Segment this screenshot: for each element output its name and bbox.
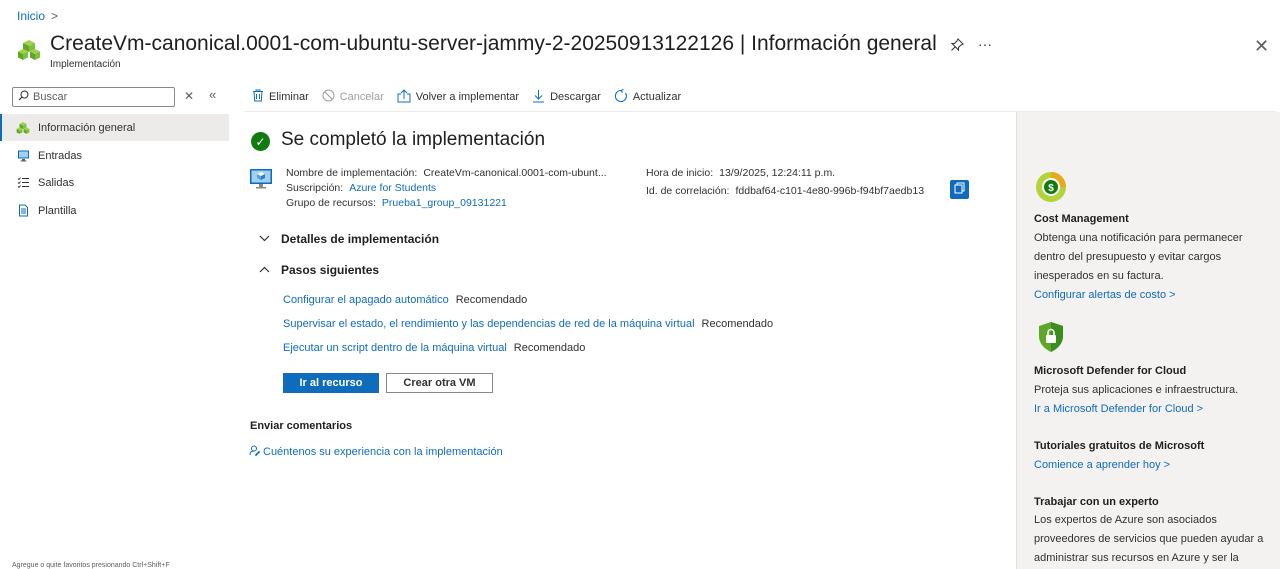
status-title: Se completó la implementación [281, 129, 546, 150]
correlation-id-value: fddbaf64-c101-4e80-996b-f94bf7aedb13 [735, 185, 925, 197]
feedback-link-label: Cuéntenos su experiencia con la implemen… [263, 446, 503, 458]
pin-icon[interactable] [950, 38, 964, 55]
breadcrumb: Inicio > [17, 9, 58, 23]
cost-management-title: Cost Management [1034, 213, 1129, 225]
close-icon[interactable]: ✕ [1254, 36, 1269, 57]
tutorials-link[interactable]: Comience a aprender hoy > [1034, 459, 1170, 471]
deployment-name-row: Nombre de implementación: CreateVm-canoni… [286, 167, 607, 179]
search-box [12, 87, 175, 107]
cancel-icon [322, 89, 335, 105]
collapse-sidebar-icon[interactable]: « [209, 87, 216, 102]
resource-group-row: Grupo de recursos: Prueba1_group_09131221 [286, 197, 507, 209]
deployment-icon [17, 38, 41, 62]
subscription-label: Suscripción: [286, 182, 344, 194]
sidebar-item-template[interactable]: Plantilla [0, 197, 229, 224]
download-button-label: Descargar [550, 91, 601, 103]
auto-shutdown-link[interactable]: Configurar el apagado automático [283, 294, 449, 306]
cost-alerts-link[interactable]: Configurar alertas de costo > [1034, 289, 1176, 301]
sidebar-item-label: Entradas [38, 149, 83, 162]
chevron-up-icon [259, 264, 271, 276]
breadcrumb-home-link[interactable]: Inicio [17, 9, 45, 23]
sidebar-item-overview[interactable]: Información general [0, 114, 229, 141]
delete-button[interactable]: Eliminar [252, 89, 309, 105]
cancel-button[interactable]: Cancelar [322, 89, 384, 105]
defender-link[interactable]: Ir a Microsoft Defender for Cloud > [1034, 403, 1203, 415]
monitor-icon [16, 149, 30, 163]
cost-management-text: Obtenga una notificación para permanecer… [1034, 232, 1243, 282]
start-time-label: Hora de inicio: [646, 167, 714, 179]
next-step-item: Supervisar el estado, el rendimiento y l… [283, 318, 773, 330]
feedback-link[interactable]: Cuéntenos su experiencia con la implemen… [249, 445, 503, 459]
next-steps-header: Pasos siguientes [281, 263, 380, 277]
redeploy-button[interactable]: Volver a implementar [397, 88, 520, 106]
recommended-tag: Recomendado [513, 342, 586, 354]
sidebar-item-inputs[interactable]: Entradas [0, 142, 229, 169]
page-title: CreateVm-canonical.0001-com-ubuntu-serve… [50, 32, 937, 55]
subscription-link[interactable]: Azure for Students [349, 182, 436, 194]
resource-group-link[interactable]: Prueba1_group_09131221 [382, 197, 507, 209]
tutorials-title: Tutoriales gratuitos de Microsoft [1034, 440, 1205, 452]
chevron-down-icon [259, 233, 271, 245]
monitor-health-link[interactable]: Supervisar el estado, el rendimiento y l… [283, 318, 695, 330]
feedback-icon [249, 445, 261, 459]
create-another-vm-button[interactable]: Crear otra VM [386, 373, 493, 393]
copy-icon [954, 182, 965, 197]
refresh-button-label: Actualizar [632, 91, 682, 103]
breadcrumb-separator: > [51, 9, 59, 23]
search-icon [18, 90, 29, 104]
refresh-button[interactable]: Actualizar [614, 88, 682, 106]
correlation-id-label: Id. de correlación: [646, 185, 730, 197]
correlation-id-row: Id. de correlación: fddbaf64-c101-4e80-99… [646, 185, 924, 197]
command-bar: Eliminar Cancelar Volver a implementar D… [252, 88, 681, 106]
checklist-icon [16, 176, 30, 190]
virtual-machine-icon [249, 167, 273, 191]
recommended-tag: Recomendado [455, 294, 528, 306]
deployment-name-label: Nombre de implementación: [286, 167, 418, 179]
sidebar-footer-hint: Agregue o quite favoritos presionando Ct… [12, 562, 170, 569]
download-icon [532, 89, 545, 106]
next-step-item: Ejecutar un script dentro de la máquina … [283, 342, 585, 354]
svg-text:$: $ [1048, 183, 1054, 194]
expert-text: Los expertos de Azure son asociados prov… [1034, 514, 1264, 564]
redeploy-button-label: Volver a implementar [415, 91, 520, 103]
defender-title: Microsoft Defender for Cloud [1034, 365, 1187, 377]
copy-button[interactable] [950, 180, 969, 199]
deployment-details-header: Detalles de implementación [281, 232, 440, 246]
resource-group-label: Grupo de recursos: [286, 197, 376, 209]
shield-icon [1037, 321, 1065, 356]
success-check-icon: ✓ [251, 132, 270, 151]
next-steps-toggle[interactable]: Pasos siguientes [259, 263, 379, 277]
sidebar-item-label: Plantilla [38, 204, 77, 217]
recommended-tag: Recomendado [701, 318, 774, 330]
subscription-row: Suscripción: Azure for Students [286, 182, 436, 194]
deployment-icon [16, 121, 30, 135]
sidebar-item-label: Salidas [38, 176, 75, 189]
defender-text: Proteja sus aplicaciones e infraestructu… [1034, 384, 1239, 396]
go-to-resource-button[interactable]: Ir al recurso [283, 373, 379, 393]
download-button[interactable]: Descargar [532, 89, 601, 106]
refresh-icon [614, 88, 628, 106]
more-options-icon[interactable]: ··· [978, 36, 992, 52]
feedback-title: Enviar comentarios [250, 420, 353, 432]
run-script-link[interactable]: Ejecutar un script dentro de la máquina … [283, 342, 507, 354]
start-time-value: 13/9/2025, 12:24:11 p.m. [719, 167, 836, 179]
document-icon [16, 204, 30, 218]
search-input[interactable] [33, 91, 173, 103]
clear-search-icon[interactable]: ✕ [184, 89, 194, 103]
start-time-row: Hora de inicio: 13/9/2025, 12:24:11 p.m. [646, 167, 835, 179]
deployment-name-value: CreateVm-canonical.0001-com-ubunt... [423, 167, 607, 179]
cancel-button-label: Cancelar [339, 91, 384, 103]
cost-management-icon: $ [1034, 170, 1068, 207]
page-subtitle: Implementación [50, 59, 121, 70]
deployment-details-toggle[interactable]: Detalles de implementación [259, 232, 439, 246]
trash-icon [252, 89, 264, 105]
sidebar-item-label: Información general [38, 121, 136, 134]
sidebar-item-outputs[interactable]: Salidas [0, 169, 229, 196]
expert-title: Trabajar con un experto [1034, 496, 1159, 508]
upload-icon [397, 88, 411, 106]
delete-button-label: Eliminar [269, 91, 309, 103]
next-step-item: Configurar el apagado automático Recomend… [283, 294, 527, 306]
